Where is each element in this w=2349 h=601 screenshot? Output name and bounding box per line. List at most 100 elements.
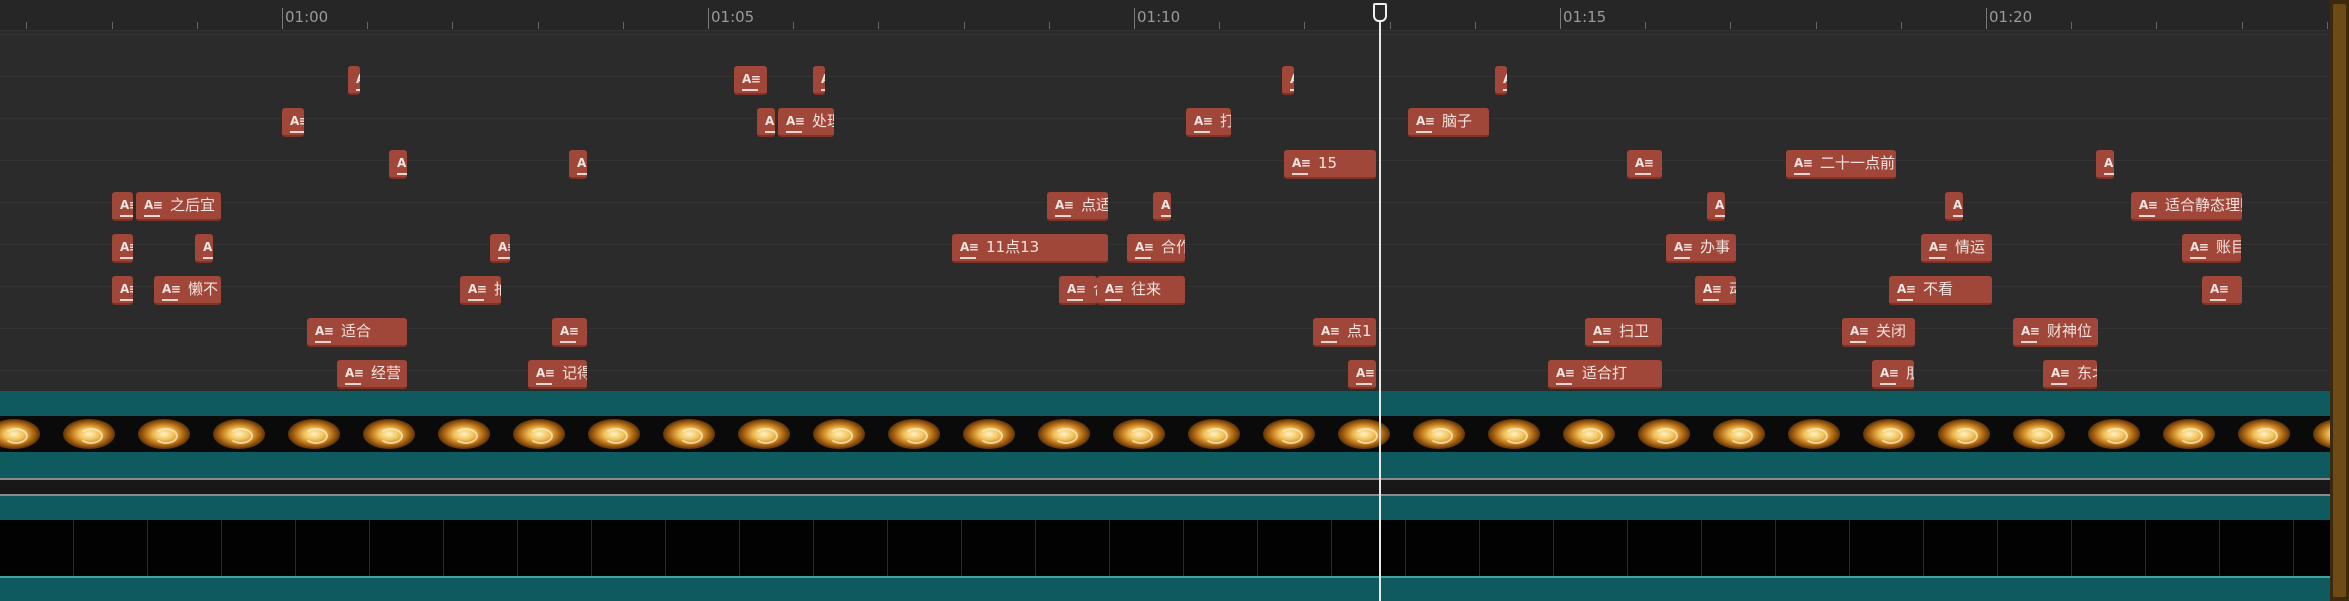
text-clip[interactable]: A≡1 — [490, 234, 510, 263]
text-clip[interactable]: A≡ 账目 — [2182, 234, 2241, 263]
ruler-minor-tick — [2071, 22, 2072, 29]
text-clip[interactable]: A≡ 二十一点前 — [1786, 150, 1896, 179]
text-clip[interactable]: A≡ — [112, 234, 133, 263]
text-clip[interactable]: A≡ — [757, 108, 775, 137]
video-thumbnail — [888, 419, 940, 449]
text-clip-icon: A≡ — [1356, 366, 1375, 385]
text-clip[interactable]: A≡ — [389, 150, 407, 179]
text-clip[interactable]: A≡ — [1707, 192, 1725, 221]
vertical-scrollbar[interactable] — [2330, 0, 2349, 601]
text-clip-icon: A≡ — [765, 114, 775, 133]
text-clip-tracks: A≡筋A≡单定A≡A≡A≡1A≡履鸡A≡A≡处理A≡打电A≡脑子A≡A≡A≡15… — [0, 30, 2330, 389]
text-clip[interactable]: A≡ 记得 — [528, 360, 587, 389]
text-clip[interactable]: A≡ 扫卫 — [1585, 318, 1662, 347]
text-clip[interactable]: A≡ — [1153, 192, 1171, 221]
video-thumbnail — [0, 419, 40, 449]
text-clip[interactable]: A≡单定 — [734, 66, 767, 95]
text-clip-label: 处理 — [812, 112, 834, 130]
text-clip[interactable]: A≡ 生融 — [1627, 150, 1662, 179]
text-clip[interactable]: A≡合 — [1059, 276, 1097, 305]
text-clip-label: 东北 — [2077, 364, 2097, 382]
text-clip[interactable]: A≡ — [813, 66, 825, 95]
text-clip[interactable]: A≡ 情运 — [1921, 234, 1992, 263]
text-clip[interactable]: A≡ 点适 — [1047, 192, 1108, 221]
text-clip-label: 15 — [1318, 154, 1338, 172]
text-clip[interactable]: A≡重点 — [112, 192, 133, 221]
video-thumbnail — [1113, 419, 1165, 449]
text-clip-icon: A≡ — [577, 156, 587, 175]
text-clip-icon: A≡ — [1635, 156, 1654, 175]
text-clip[interactable]: A≡ 适合静态理财 — [2131, 192, 2242, 221]
audio-track-footer[interactable] — [0, 576, 2330, 601]
ruler-major-tick — [1986, 8, 1987, 29]
text-clip[interactable]: A≡ 处理 — [778, 108, 834, 137]
text-clip[interactable]: A≡ 懒不 — [154, 276, 221, 305]
text-clip[interactable]: A≡ 朋友 — [1872, 360, 1914, 389]
text-clip[interactable]: A≡ 15 — [1284, 150, 1376, 179]
video-thumbnail-strip[interactable] — [0, 416, 2330, 452]
text-clip-label: 合作 — [1161, 238, 1185, 256]
text-clip[interactable]: A≡ 之后宜 — [136, 192, 221, 221]
text-clip-icon: A≡ — [742, 72, 761, 91]
time-ruler[interactable]: 01:00 01:05 01:10 01:15 01:20 — [0, 0, 2330, 31]
video-thumbnail — [2088, 419, 2140, 449]
video-thumbnail — [1563, 419, 1615, 449]
text-clip[interactable]: A≡ — [569, 150, 587, 179]
video-track-footer[interactable] — [0, 452, 2330, 478]
text-clip[interactable]: A≡ 东北 — [2043, 360, 2097, 389]
audio-waveform-track[interactable] — [0, 520, 2330, 576]
text-clip-icon: A≡ — [2190, 240, 2209, 259]
text-clip[interactable]: A≡ 11点13 — [952, 234, 1108, 263]
video-thumbnail — [1263, 419, 1315, 449]
text-clip[interactable]: A≡ 脑子 — [1408, 108, 1489, 137]
text-clip[interactable]: A≡1 — [1495, 66, 1507, 95]
text-clip[interactable]: A≡1 — [1945, 192, 1963, 221]
text-clip-icon: A≡ — [315, 324, 334, 343]
scrollbar-thumb[interactable] — [2333, 4, 2346, 597]
text-clip-label: 关闭 — [1876, 322, 1907, 340]
video-track-header[interactable] — [0, 391, 2330, 416]
text-clip[interactable]: A≡7 — [1348, 360, 1376, 389]
timeline-panel[interactable]: 01:0001:0501:1001:1501:20 A≡筋A≡单定A≡A≡A≡1… — [0, 0, 2349, 601]
ruler-minor-tick — [197, 22, 198, 29]
text-clip[interactable]: A≡1 — [195, 234, 213, 263]
text-clip[interactable]: A≡ — [112, 276, 133, 305]
text-clip[interactable]: A≡ 经营 — [337, 360, 407, 389]
text-clip-icon: A≡ — [536, 366, 555, 385]
text-clip-icon: A≡ — [144, 198, 163, 217]
text-clip[interactable]: A≡ 动静 — [1695, 276, 1736, 305]
ruler-label: 01:10 — [1137, 8, 1181, 26]
text-clip-label: 情运 — [1955, 238, 1986, 256]
text-clip[interactable]: A≡ 打电 — [1186, 108, 1231, 137]
video-thumbnail — [2163, 419, 2215, 449]
text-clip[interactable]: A≡ — [2202, 276, 2242, 305]
text-clip-label: 生融 — [1661, 155, 1662, 172]
text-clip[interactable]: A≡ 关闭 — [1842, 318, 1915, 347]
ruler-minor-tick — [1475, 22, 1476, 29]
playhead-handle[interactable] — [1373, 3, 1387, 22]
text-clip-icon: A≡ — [498, 240, 510, 259]
text-clip[interactable]: A≡履鸡 — [282, 108, 304, 137]
text-clip-icon: A≡ — [468, 282, 487, 301]
text-clip[interactable]: A≡ — [1282, 66, 1294, 95]
text-clip[interactable]: A≡ 点1 — [1313, 318, 1376, 347]
text-clip[interactable]: A≡ — [2096, 150, 2114, 179]
text-clip[interactable]: A≡ 适合打 — [1548, 360, 1662, 389]
text-clip[interactable]: A≡ 办事 — [1666, 234, 1736, 263]
text-clip[interactable]: A≡ 适合 — [307, 318, 407, 347]
text-clip[interactable]: A≡ 合作 — [1127, 234, 1185, 263]
video-thumbnail — [2013, 419, 2065, 449]
text-clip[interactable]: A≡ 不看 — [1889, 276, 1992, 305]
text-clip[interactable]: A≡ 不要 — [552, 318, 587, 347]
text-clip[interactable]: A≡ 往来 — [1097, 276, 1185, 305]
video-thumbnail — [1488, 419, 1540, 449]
text-clip[interactable]: A≡筋 — [348, 66, 360, 95]
audio-track-header[interactable] — [0, 496, 2330, 520]
text-clip[interactable]: A≡ 抽空 — [460, 276, 501, 305]
video-thumbnail — [213, 419, 265, 449]
playhead-line[interactable] — [1379, 14, 1381, 601]
track-separator — [0, 34, 2330, 35]
text-clip[interactable]: A≡ 财神位 — [2013, 318, 2098, 347]
text-clip-icon: A≡ — [120, 282, 133, 301]
text-clip-icon: A≡ — [1135, 240, 1154, 259]
